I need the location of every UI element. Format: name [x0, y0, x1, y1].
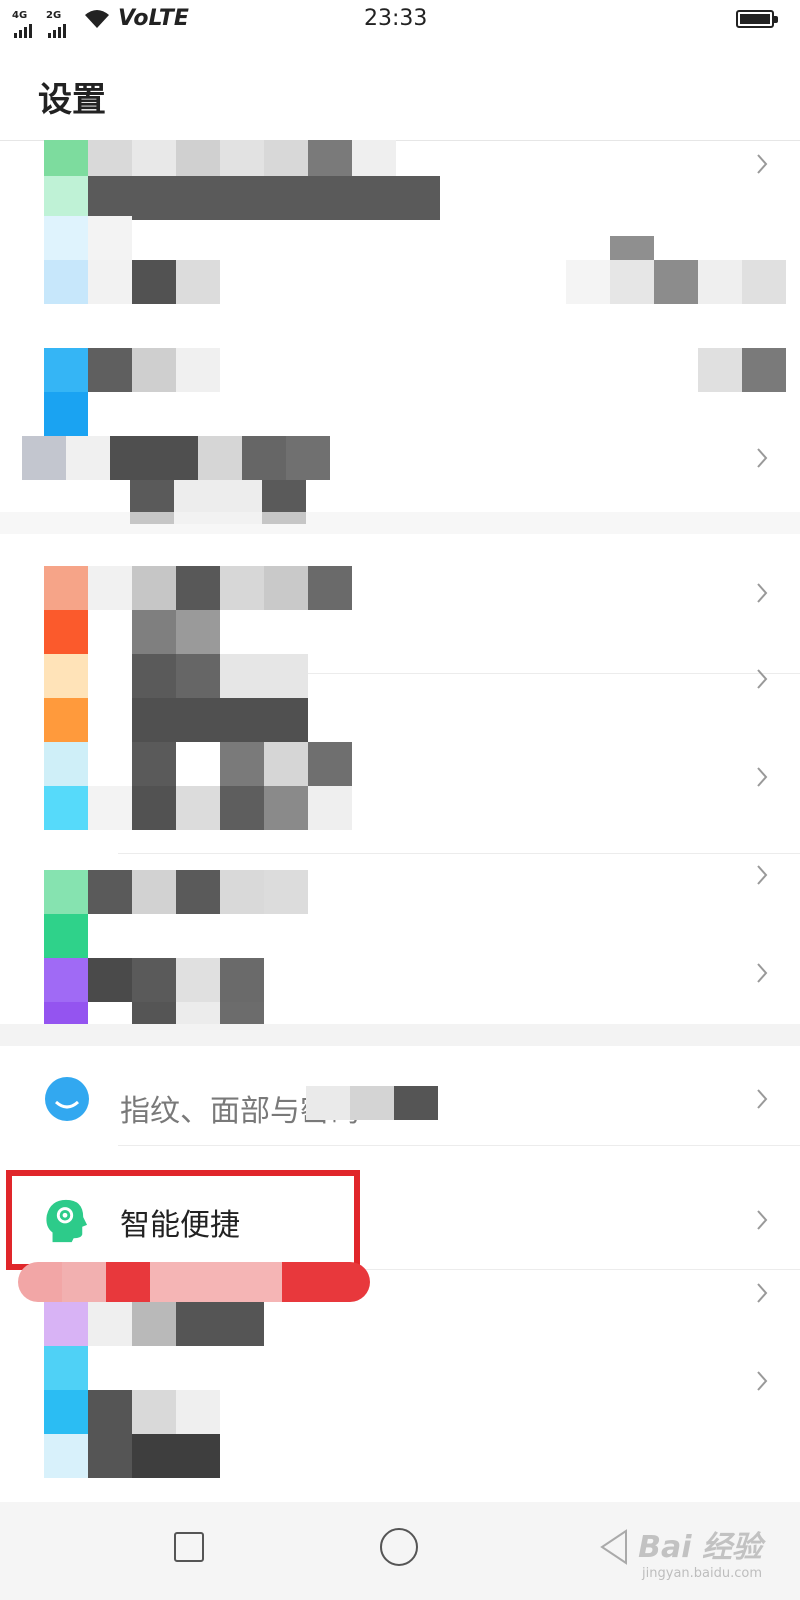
chevron-right-icon — [756, 864, 768, 886]
chevron-right-icon — [756, 153, 768, 175]
status-time: 23:33 — [364, 6, 428, 31]
chevron-right-icon — [756, 1282, 768, 1304]
blurred-icon — [44, 1302, 264, 1346]
chevron-right-icon — [756, 766, 768, 788]
chevron-right-icon — [756, 1088, 768, 1110]
blurred-label-top — [18, 1262, 370, 1302]
blurred-value — [566, 260, 786, 304]
settings-row-fingerprint[interactable]: 指纹、面部与密码 — [0, 1048, 800, 1146]
highlight-annotation — [6, 1170, 360, 1270]
settings-row[interactable] — [0, 216, 800, 316]
blurred-icon — [44, 1346, 88, 1390]
blurred-icon-bottom — [44, 392, 88, 436]
blurred-icon-bottom — [44, 914, 88, 958]
section-gap — [0, 512, 800, 534]
blurred-icon — [44, 742, 352, 786]
settings-row[interactable] — [0, 865, 800, 968]
page-title: 设置 — [38, 80, 106, 120]
chevron-right-icon — [756, 447, 768, 469]
wifi-icon — [85, 10, 109, 28]
settings-row[interactable] — [0, 654, 800, 752]
battery-icon — [736, 10, 778, 28]
blurred-icon — [44, 654, 308, 698]
blurred-icon — [44, 958, 264, 1002]
chevron-right-icon — [756, 1209, 768, 1231]
blurred-label-top — [88, 140, 396, 176]
blurred-label — [306, 1086, 438, 1120]
settings-row[interactable] — [0, 348, 800, 446]
section-gap — [0, 1024, 800, 1046]
status-bar: 4G 2G VoLTE 23:33 — [0, 0, 800, 44]
blurred-icon — [44, 216, 132, 260]
blurred-icon — [22, 436, 330, 480]
signal-icon-2 — [48, 22, 66, 38]
blurred-icon — [44, 566, 352, 610]
blurred-icon — [44, 348, 220, 392]
chevron-right-icon — [756, 582, 768, 604]
volte-indicator: VoLTE — [118, 6, 189, 31]
back-icon[interactable] — [596, 1528, 632, 1566]
settings-row[interactable] — [0, 1346, 800, 1496]
blurred-label — [44, 610, 220, 654]
blurred-value-top — [610, 236, 654, 260]
network-type-2g: 2G — [46, 10, 62, 21]
settings-row[interactable] — [0, 566, 800, 674]
recent-apps-icon[interactable] — [174, 1532, 204, 1562]
network-type-4g: 4G — [12, 10, 28, 21]
blurred-label — [44, 786, 352, 830]
watermark-main: Bai 经验 — [638, 1530, 762, 1565]
chevron-right-icon — [756, 668, 768, 690]
settings-row[interactable] — [0, 742, 800, 854]
blurred-label — [44, 698, 308, 742]
blurred-label-2 — [44, 1434, 220, 1478]
blurred-label — [44, 176, 440, 220]
signal-icon — [14, 22, 32, 38]
watermark-sub: jingyan.baidu.com — [642, 1566, 762, 1581]
settings-row[interactable] — [0, 140, 800, 220]
blurred-label — [44, 260, 220, 304]
chevron-right-icon — [756, 1370, 768, 1392]
blurred-label — [44, 1390, 220, 1434]
home-icon[interactable] — [380, 1528, 418, 1566]
header: 设置 — [0, 44, 800, 141]
blurred-value — [698, 348, 786, 392]
chevron-right-icon — [756, 962, 768, 984]
fingerprint-icon — [45, 1077, 89, 1121]
watermark: Bai 经验 jingyan.baidu.com — [638, 1522, 762, 1581]
navigation-bar: Bai 经验 jingyan.baidu.com — [0, 1502, 800, 1600]
blurred-icon — [44, 140, 88, 176]
blurred-icon — [44, 870, 308, 914]
